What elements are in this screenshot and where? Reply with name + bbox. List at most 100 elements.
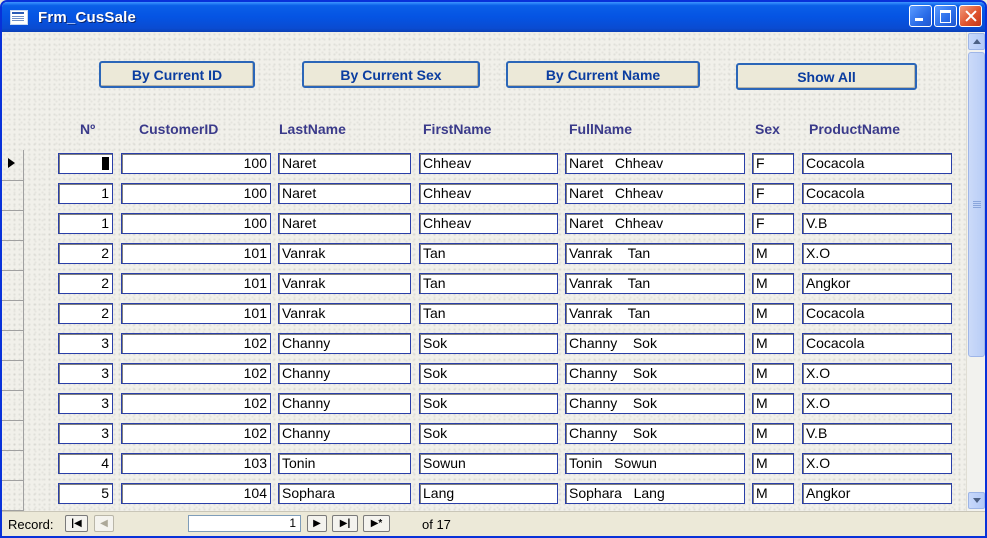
prev-record-button[interactable]: ◀ <box>94 515 114 532</box>
first-record-button[interactable]: |◀ <box>65 515 88 532</box>
last-name-field[interactable]: Sophara <box>278 483 411 504</box>
customer-id-field[interactable]: 101 <box>121 273 271 294</box>
full-name-field[interactable]: Naret Chheav <box>565 183 745 204</box>
no-field[interactable]: 5 <box>58 483 113 504</box>
first-name-field[interactable]: Chheav <box>419 213 558 234</box>
customer-id-field[interactable]: 100 <box>121 213 271 234</box>
no-field[interactable]: 3 <box>58 363 113 384</box>
sex-field[interactable]: F <box>752 183 794 204</box>
title-bar[interactable]: Frm_CusSale <box>2 2 985 32</box>
customer-id-field[interactable]: 102 <box>121 333 271 354</box>
first-name-field[interactable]: Chheav <box>419 183 558 204</box>
customer-id-field[interactable]: 101 <box>121 243 271 264</box>
product-name-field[interactable]: Angkor <box>802 273 952 294</box>
last-name-field[interactable]: Naret <box>278 183 411 204</box>
sex-field[interactable]: M <box>752 243 794 264</box>
full-name-field[interactable]: Tonin Sowun <box>565 453 745 474</box>
customer-id-field[interactable]: 100 <box>121 183 271 204</box>
sex-field[interactable]: M <box>752 483 794 504</box>
by-current-name-button[interactable]: By Current Name <box>506 61 700 88</box>
no-field[interactable]: 3 <box>58 333 113 354</box>
no-field[interactable]: 2 <box>58 243 113 264</box>
scroll-up-icon[interactable] <box>968 33 985 50</box>
no-field[interactable]: 2 <box>58 303 113 324</box>
first-name-field[interactable]: Tan <box>419 273 558 294</box>
full-name-field[interactable]: Vanrak Tan <box>565 273 745 294</box>
customer-id-field[interactable]: 100 <box>121 153 271 174</box>
close-button[interactable] <box>959 5 982 27</box>
sex-field[interactable]: M <box>752 273 794 294</box>
next-record-button[interactable]: ▶ <box>307 515 327 532</box>
full-name-field[interactable]: Channy Sok <box>565 333 745 354</box>
first-name-field[interactable]: Sok <box>419 423 558 444</box>
customer-id-field[interactable]: 101 <box>121 303 271 324</box>
customer-id-field[interactable]: 102 <box>121 363 271 384</box>
product-name-field[interactable]: Cocacola <box>802 303 952 324</box>
no-field[interactable] <box>58 153 113 174</box>
scroll-down-icon[interactable] <box>968 492 985 509</box>
sex-field[interactable]: F <box>752 213 794 234</box>
last-name-field[interactable]: Channy <box>278 363 411 384</box>
full-name-field[interactable]: Vanrak Tan <box>565 243 745 264</box>
no-field[interactable]: 1 <box>58 213 113 234</box>
no-field[interactable]: 1 <box>58 183 113 204</box>
customer-id-field[interactable]: 102 <box>121 423 271 444</box>
full-name-field[interactable]: Channy Sok <box>565 363 745 384</box>
no-field[interactable]: 3 <box>58 423 113 444</box>
sex-field[interactable]: F <box>752 153 794 174</box>
sex-field[interactable]: M <box>752 303 794 324</box>
no-field[interactable]: 3 <box>58 393 113 414</box>
last-name-field[interactable]: Vanrak <box>278 273 411 294</box>
full-name-field[interactable]: Naret Chheav <box>565 213 745 234</box>
last-name-field[interactable]: Channy <box>278 393 411 414</box>
scroll-thumb[interactable] <box>968 52 985 357</box>
last-name-field[interactable]: Naret <box>278 153 411 174</box>
maximize-button[interactable] <box>934 5 957 27</box>
customer-id-field[interactable]: 103 <box>121 453 271 474</box>
last-name-field[interactable]: Channy <box>278 423 411 444</box>
sex-field[interactable]: M <box>752 423 794 444</box>
sex-field[interactable]: M <box>752 363 794 384</box>
first-name-field[interactable]: Sowun <box>419 453 558 474</box>
product-name-field[interactable]: X.O <box>802 243 952 264</box>
full-name-field[interactable]: Channy Sok <box>565 423 745 444</box>
by-current-sex-button[interactable]: By Current Sex <box>302 61 480 88</box>
product-name-field[interactable]: Cocacola <box>802 153 952 174</box>
new-record-button[interactable]: ▶* <box>363 515 390 532</box>
vertical-scrollbar[interactable] <box>966 32 985 511</box>
product-name-field[interactable]: V.B <box>802 423 952 444</box>
no-field[interactable]: 2 <box>58 273 113 294</box>
first-name-field[interactable]: Chheav <box>419 153 558 174</box>
full-name-field[interactable]: Naret Chheav <box>565 153 745 174</box>
product-name-field[interactable]: Angkor <box>802 483 952 504</box>
last-name-field[interactable]: Vanrak <box>278 303 411 324</box>
last-name-field[interactable]: Channy <box>278 333 411 354</box>
no-field[interactable]: 4 <box>58 453 113 474</box>
product-name-field[interactable]: V.B <box>802 213 952 234</box>
sex-field[interactable]: M <box>752 453 794 474</box>
sex-field[interactable]: M <box>752 393 794 414</box>
product-name-field[interactable]: X.O <box>802 363 952 384</box>
product-name-field[interactable]: X.O <box>802 393 952 414</box>
current-record-input[interactable]: 1 <box>188 515 301 532</box>
last-record-button[interactable]: ▶| <box>332 515 358 532</box>
product-name-field[interactable]: Cocacola <box>802 333 952 354</box>
show-all-button[interactable]: Show All <box>736 63 917 90</box>
last-name-field[interactable]: Vanrak <box>278 243 411 264</box>
sex-field[interactable]: M <box>752 333 794 354</box>
minimize-button[interactable] <box>909 5 932 27</box>
first-name-field[interactable]: Sok <box>419 333 558 354</box>
product-name-field[interactable]: X.O <box>802 453 952 474</box>
full-name-field[interactable]: Sophara Lang <box>565 483 745 504</box>
customer-id-field[interactable]: 102 <box>121 393 271 414</box>
by-current-id-button[interactable]: By Current ID <box>99 61 255 88</box>
first-name-field[interactable]: Sok <box>419 393 558 414</box>
full-name-field[interactable]: Vanrak Tan <box>565 303 745 324</box>
product-name-field[interactable]: Cocacola <box>802 183 952 204</box>
last-name-field[interactable]: Naret <box>278 213 411 234</box>
last-name-field[interactable]: Tonin <box>278 453 411 474</box>
full-name-field[interactable]: Channy Sok <box>565 393 745 414</box>
first-name-field[interactable]: Tan <box>419 243 558 264</box>
first-name-field[interactable]: Tan <box>419 303 558 324</box>
first-name-field[interactable]: Lang <box>419 483 558 504</box>
